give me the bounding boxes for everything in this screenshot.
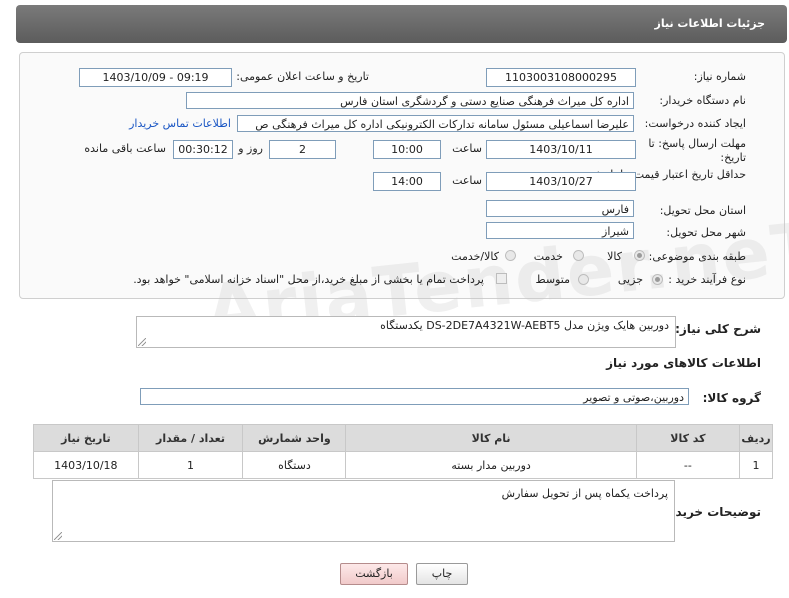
remaining-time-field[interactable]: 00:30:12 <box>173 140 233 159</box>
category-label: طبقه بندی موضوعی: <box>648 250 746 263</box>
cell-quantity: 1 <box>137 451 244 479</box>
requester-label: ایجاد کننده درخواست: <box>644 117 746 130</box>
purchase-type-minor-label: جزیی <box>617 273 643 286</box>
items-table: ردیف کد کالا نام کالا واحد شمارش تعداد /… <box>33 424 773 479</box>
col-header-item-code: کد کالا <box>635 424 741 452</box>
treasury-payment-checkbox[interactable] <box>496 273 507 284</box>
table-header-row: ردیف کد کالا نام کالا واحد شمارش تعداد /… <box>33 424 773 452</box>
description-textarea[interactable]: دوربین هایک ویژن مدل DS-2DE7A4321W-AEBT5… <box>136 316 676 348</box>
category-goods-service-radio[interactable] <box>505 250 516 261</box>
buyer-org-label: نام دستگاه خریدار: <box>659 94 746 107</box>
category-goods-service-label: کالا/خدمت <box>451 250 499 263</box>
buyer-notes-text: پرداخت یکماه پس از تحویل سفارش <box>501 487 668 500</box>
category-goods-radio[interactable] <box>634 250 645 261</box>
days-label: روز و <box>238 142 263 155</box>
requester-field[interactable]: علیرضا اسماعیلی مسئول سامانه تدارکات الک… <box>237 115 634 132</box>
announce-datetime-label: تاریخ و ساعت اعلان عمومی: <box>236 70 369 83</box>
need-number-field[interactable]: 1103003108000295 <box>486 68 636 87</box>
goods-group-label: گروه کالا: <box>702 391 761 405</box>
reply-deadline-date-field[interactable]: 1403/10/11 <box>486 140 636 159</box>
need-number-label: شماره نیاز: <box>693 70 746 83</box>
purchase-type-minor-radio[interactable] <box>652 274 663 285</box>
description-text: دوربین هایک ویژن مدل DS-2DE7A4321W-AEBT5… <box>380 319 669 332</box>
buyer-notes-textarea[interactable]: پرداخت یکماه پس از تحویل سفارش <box>52 480 675 542</box>
goods-group-field[interactable]: دوربین،صوتی و تصویر <box>140 388 689 405</box>
page-header: جزئیات اطلاعات نیاز <box>16 5 787 43</box>
cell-item-name: دوربین مدار بسته <box>345 451 637 479</box>
col-header-quantity: تعداد / مقدار <box>137 424 244 452</box>
category-service-label: خدمت <box>533 250 563 263</box>
page-title: جزئیات اطلاعات نیاز <box>654 17 766 30</box>
cell-need-date: 1403/10/18 <box>33 451 139 479</box>
buyer-contact-link[interactable]: اطلاعات تماس خریدار <box>129 117 231 130</box>
announce-datetime-field[interactable]: 1403/10/09 - 09:19 <box>79 68 232 87</box>
purchase-type-medium-label: متوسط <box>535 273 570 286</box>
delivery-city-label: شهر محل تحویل: <box>666 226 746 239</box>
purchase-type-label: نوع فرآیند خرید : <box>668 273 746 286</box>
reply-deadline-time-field[interactable]: 10:00 <box>373 140 441 159</box>
col-header-unit: واحد شمارش <box>242 424 347 452</box>
description-label: شرح کلی نیاز: <box>675 322 761 336</box>
remaining-time-label: ساعت باقی مانده <box>84 142 166 155</box>
price-validity-date-field[interactable]: 1403/10/27 <box>486 172 636 191</box>
reply-deadline-time-label: ساعت <box>452 142 482 155</box>
back-button[interactable]: بازگشت <box>340 563 408 585</box>
purchase-type-medium-radio[interactable] <box>578 274 589 285</box>
price-validity-time-label: ساعت <box>452 174 482 187</box>
cell-item-code: -- <box>635 451 741 479</box>
print-button[interactable]: چاپ <box>416 563 468 585</box>
resize-grip-icon[interactable] <box>54 532 62 540</box>
category-goods-label: کالا <box>607 250 622 263</box>
cell-unit: دستگاه <box>242 451 347 479</box>
buyer-org-field[interactable]: اداره کل میراث فرهنگی صنایع دستی و گردشگ… <box>186 92 634 109</box>
cell-row-number: 1 <box>739 451 773 479</box>
col-header-item-name: نام کالا <box>345 424 637 452</box>
category-service-radio[interactable] <box>573 250 584 261</box>
reply-deadline-label: مهلت ارسال پاسخ: تا تاریخ: <box>648 137 746 164</box>
treasury-payment-label: پرداخت تمام یا بخشی از مبلغ خرید،از محل … <box>133 273 484 286</box>
delivery-city-field[interactable]: شیراز <box>486 222 634 239</box>
delivery-province-label: استان محل تحویل: <box>659 204 746 217</box>
price-validity-time-field[interactable]: 14:00 <box>373 172 441 191</box>
table-row[interactable]: 1 -- دوربین مدار بسته دستگاه 1 1403/10/1… <box>33 451 773 479</box>
col-header-need-date: تاریخ نیاز <box>33 424 139 452</box>
delivery-province-field[interactable]: فارس <box>486 200 634 217</box>
col-header-row-number: ردیف <box>739 424 773 452</box>
goods-section-title: اطلاعات کالاهای مورد نیاز <box>606 356 761 370</box>
reply-deadline-days-field[interactable]: 2 <box>269 140 336 159</box>
resize-grip-icon[interactable] <box>138 338 146 346</box>
